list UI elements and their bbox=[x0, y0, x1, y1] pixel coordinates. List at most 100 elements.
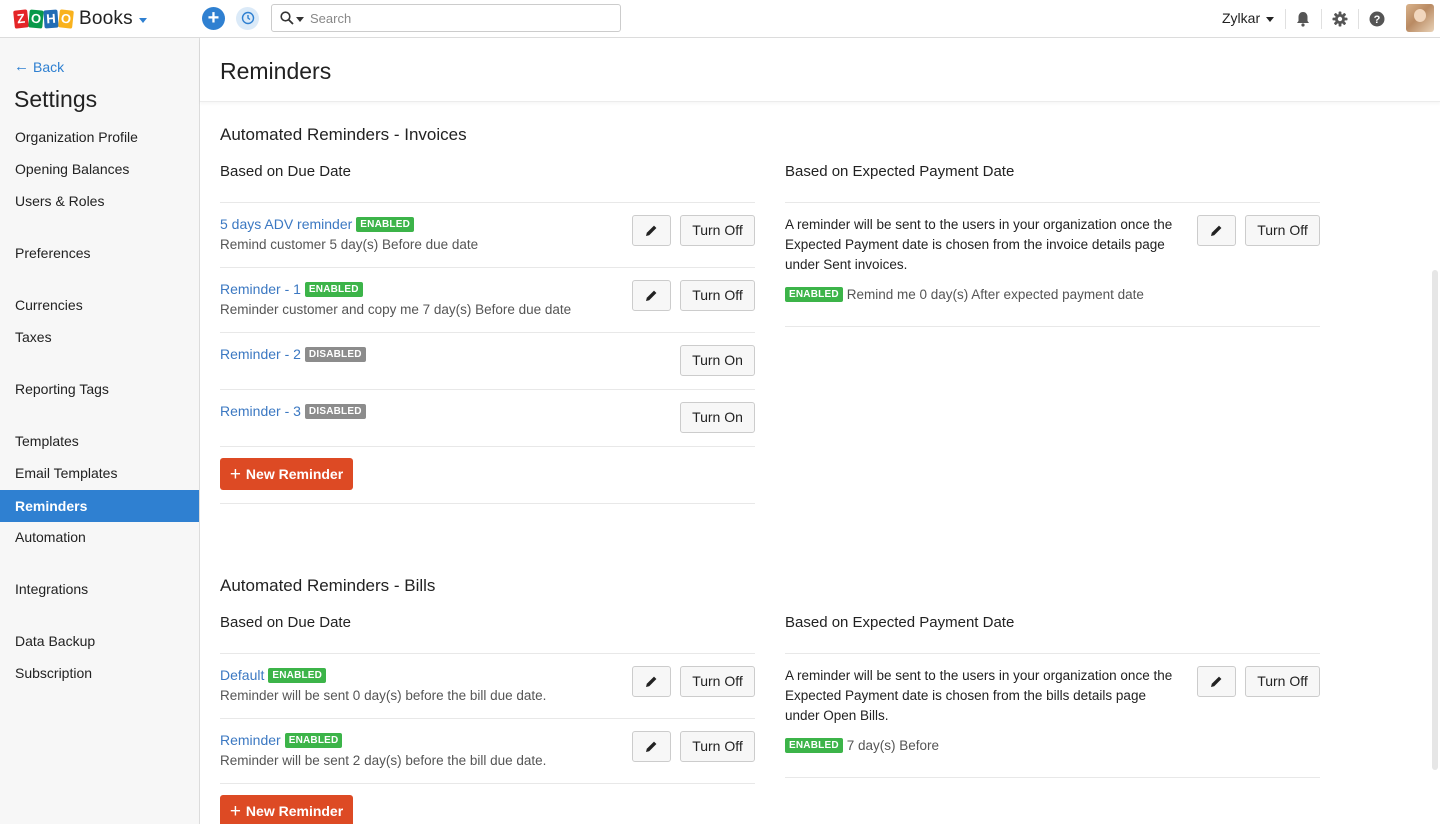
divider bbox=[785, 202, 1320, 203]
logo-letter: H bbox=[43, 9, 59, 29]
pencil-icon bbox=[1211, 225, 1222, 236]
sidebar-item-opening-balances[interactable]: Opening Balances bbox=[0, 153, 199, 185]
sidebar-item-users-roles[interactable]: Users & Roles bbox=[0, 185, 199, 217]
status-badge: DISABLED bbox=[304, 346, 366, 362]
reminder-description: Reminder will be sent 0 day(s) before th… bbox=[220, 688, 547, 703]
quick-create-button[interactable]: + bbox=[202, 7, 225, 30]
turn-off-button[interactable]: Turn Off bbox=[680, 280, 755, 311]
sidebar-item-automation[interactable]: Automation bbox=[0, 521, 199, 553]
reminder-description: Remind customer 5 day(s) Before due date bbox=[220, 237, 479, 252]
gear-icon[interactable] bbox=[1331, 10, 1349, 28]
bell-icon[interactable] bbox=[1294, 10, 1312, 28]
history-icon bbox=[241, 11, 254, 25]
divider bbox=[1285, 9, 1286, 29]
divider bbox=[785, 653, 1320, 654]
reminder-name: Reminder - 2 bbox=[220, 346, 301, 362]
reminder-name: Default bbox=[220, 667, 265, 683]
app-name: Books bbox=[79, 8, 133, 29]
reminder-name: Reminder - 1 bbox=[220, 281, 301, 297]
expected-payment-status-text: Remind me 0 day(s) After expected paymen… bbox=[846, 287, 1144, 302]
expected-payment-description: A reminder will be sent to the users in … bbox=[785, 668, 1173, 723]
new-reminder-button[interactable]: + New Reminder bbox=[220, 458, 353, 490]
divider bbox=[220, 267, 755, 268]
divider bbox=[220, 446, 755, 447]
top-bar: Z O H O Books + Zylkar bbox=[0, 0, 1440, 38]
reminder-name-link[interactable]: Reminder - 1 ENABLED bbox=[220, 281, 363, 297]
new-reminder-label: New Reminder bbox=[245, 466, 344, 482]
turn-on-button[interactable]: Turn On bbox=[680, 402, 755, 433]
divider bbox=[220, 332, 755, 333]
edit-reminder-button[interactable] bbox=[632, 215, 671, 246]
recent-activity-button[interactable] bbox=[236, 7, 259, 30]
column-title-expected-date: Based on Expected Payment Date bbox=[785, 163, 1015, 180]
sidebar-item-currencies[interactable]: Currencies bbox=[0, 289, 199, 321]
reminder-name-link[interactable]: Default ENABLED bbox=[220, 667, 327, 683]
sidebar-item-subscription[interactable]: Subscription bbox=[0, 657, 199, 689]
turn-off-button[interactable]: Turn Off bbox=[1245, 215, 1320, 246]
search-icon[interactable] bbox=[280, 11, 294, 25]
status-badge: ENABLED bbox=[356, 216, 415, 232]
avatar[interactable] bbox=[1406, 4, 1434, 32]
zoho-books-logo[interactable]: Z O H O Books bbox=[13, 8, 147, 30]
turn-off-button[interactable]: Turn Off bbox=[680, 215, 755, 246]
sidebar-item-organization-profile[interactable]: Organization Profile bbox=[0, 121, 199, 153]
section-title-bills: Automated Reminders - Bills bbox=[220, 576, 436, 595]
sidebar-item-taxes[interactable]: Taxes bbox=[0, 321, 199, 353]
reminder-name-link[interactable]: Reminder - 2 DISABLED bbox=[220, 346, 366, 362]
scrollbar[interactable] bbox=[1432, 270, 1438, 770]
reminder-name: 5 days ADV reminder bbox=[220, 216, 353, 232]
new-reminder-label: New Reminder bbox=[245, 803, 344, 819]
help-icon[interactable]: ? bbox=[1368, 10, 1386, 28]
new-reminder-button[interactable]: + New Reminder bbox=[220, 795, 353, 824]
settings-sidebar: ← Back Settings Organization Profile Ope… bbox=[0, 38, 200, 824]
column-title-due-date: Based on Due Date bbox=[220, 163, 351, 180]
divider bbox=[785, 777, 1320, 778]
section-title-invoices: Automated Reminders - Invoices bbox=[220, 125, 467, 144]
expected-payment-status-text: 7 day(s) Before bbox=[846, 738, 940, 753]
organization-switcher[interactable]: Zylkar bbox=[1222, 10, 1275, 26]
sidebar-item-email-templates[interactable]: Email Templates bbox=[0, 457, 199, 489]
status-badge: ENABLED bbox=[785, 738, 843, 753]
turn-on-button[interactable]: Turn On bbox=[680, 345, 755, 376]
status-badge: DISABLED bbox=[304, 403, 366, 419]
sidebar-item-preferences[interactable]: Preferences bbox=[0, 237, 199, 269]
pencil-icon bbox=[646, 225, 657, 236]
edit-reminder-button[interactable] bbox=[1197, 215, 1236, 246]
reminder-name-link[interactable]: Reminder - 3 DISABLED bbox=[220, 403, 366, 419]
expected-payment-description: A reminder will be sent to the users in … bbox=[785, 217, 1173, 272]
search-scope-dropdown-icon[interactable] bbox=[296, 17, 304, 22]
status-badge: ENABLED bbox=[284, 732, 343, 748]
plus-icon: + bbox=[229, 800, 241, 822]
edit-reminder-button[interactable] bbox=[632, 280, 671, 311]
reminder-description: Reminder customer and copy me 7 day(s) B… bbox=[220, 302, 572, 317]
sidebar-item-reminders[interactable]: Reminders bbox=[0, 490, 199, 522]
divider bbox=[1321, 9, 1322, 29]
edit-reminder-button[interactable] bbox=[632, 731, 671, 762]
column-title-due-date: Based on Due Date bbox=[220, 614, 351, 631]
sidebar-item-reporting-tags[interactable]: Reporting Tags bbox=[0, 373, 199, 405]
reminder-description: Reminder will be sent 2 day(s) before th… bbox=[220, 753, 547, 768]
back-link[interactable]: ← Back bbox=[14, 58, 64, 75]
status-badge: ENABLED bbox=[304, 281, 363, 297]
edit-reminder-button[interactable] bbox=[632, 666, 671, 697]
column-title-expected-date: Based on Expected Payment Date bbox=[785, 614, 1015, 631]
reminder-name: Reminder bbox=[220, 732, 281, 748]
search-input[interactable] bbox=[310, 9, 610, 27]
sidebar-item-templates[interactable]: Templates bbox=[0, 425, 199, 457]
sidebar-item-data-backup[interactable]: Data Backup bbox=[0, 625, 199, 657]
reminder-name-link[interactable]: Reminder ENABLED bbox=[220, 732, 343, 748]
plus-icon: + bbox=[207, 7, 220, 29]
turn-off-button[interactable]: Turn Off bbox=[680, 666, 755, 697]
reminder-name-link[interactable]: 5 days ADV reminder ENABLED bbox=[220, 216, 415, 232]
divider bbox=[220, 783, 755, 784]
reminder-name: Reminder - 3 bbox=[220, 403, 301, 419]
divider bbox=[220, 503, 755, 504]
sidebar-item-integrations[interactable]: Integrations bbox=[0, 573, 199, 605]
search-box[interactable] bbox=[271, 4, 621, 32]
back-label: Back bbox=[33, 58, 65, 75]
turn-off-button[interactable]: Turn Off bbox=[680, 731, 755, 762]
expected-payment-status: ENABLED Remind me 0 day(s) After expecte… bbox=[785, 287, 1144, 302]
organization-name: Zylkar bbox=[1222, 10, 1261, 26]
turn-off-button[interactable]: Turn Off bbox=[1245, 666, 1320, 697]
edit-reminder-button[interactable] bbox=[1197, 666, 1236, 697]
